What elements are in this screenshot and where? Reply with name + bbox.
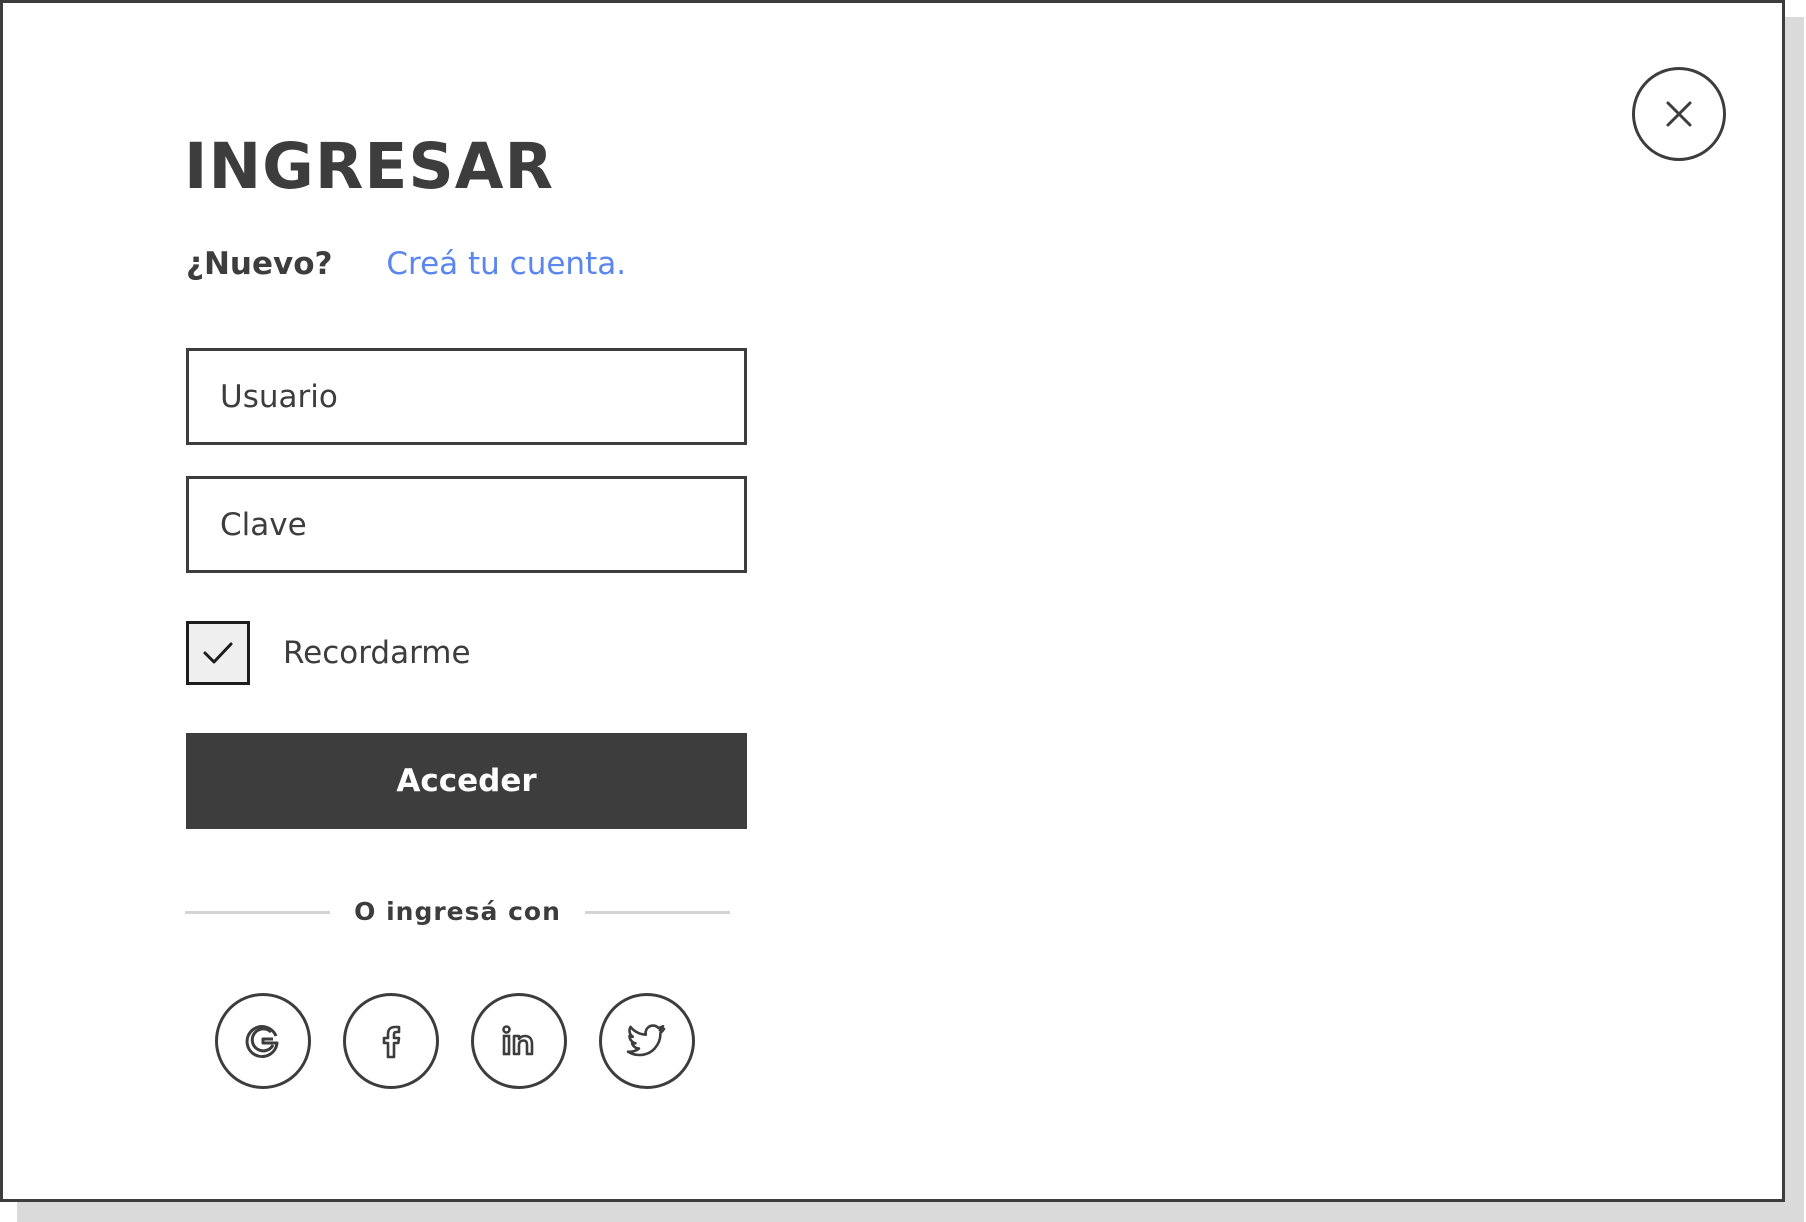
social-facebook-button[interactable] — [343, 993, 439, 1089]
username-field — [186, 348, 747, 445]
google-icon — [240, 1018, 286, 1064]
social-linkedin-button[interactable] — [471, 993, 567, 1089]
submit-button[interactable]: Acceder — [186, 733, 747, 829]
linkedin-icon — [497, 1019, 541, 1063]
checkmark-icon — [202, 640, 234, 666]
login-dialog: INGRESAR ¿Nuevo? Creá tu cuenta. Recorda… — [0, 0, 1785, 1202]
divider-line-left — [185, 911, 330, 914]
page: INGRESAR ¿Nuevo? Creá tu cuenta. Recorda… — [0, 0, 1806, 1222]
password-field — [186, 476, 747, 573]
social-google-button[interactable] — [215, 993, 311, 1089]
facebook-icon — [371, 1019, 411, 1063]
remember-checkbox[interactable] — [186, 621, 250, 685]
twitter-icon — [624, 1020, 670, 1062]
divider-line-right — [585, 911, 730, 914]
remember-me: Recordarme — [186, 621, 471, 685]
create-account-link[interactable]: Creá tu cuenta. — [386, 246, 626, 282]
close-button[interactable] — [1632, 67, 1726, 161]
signup-prompt: ¿Nuevo? Creá tu cuenta. — [186, 240, 626, 288]
remember-label: Recordarme — [283, 635, 471, 671]
password-input[interactable] — [189, 479, 744, 570]
username-input[interactable] — [189, 351, 744, 442]
dialog-title: INGRESAR — [184, 130, 555, 203]
close-icon — [1664, 99, 1694, 129]
social-divider-label: O ingresá con — [354, 897, 561, 926]
new-user-label: ¿Nuevo? — [186, 246, 333, 282]
social-twitter-button[interactable] — [599, 993, 695, 1089]
